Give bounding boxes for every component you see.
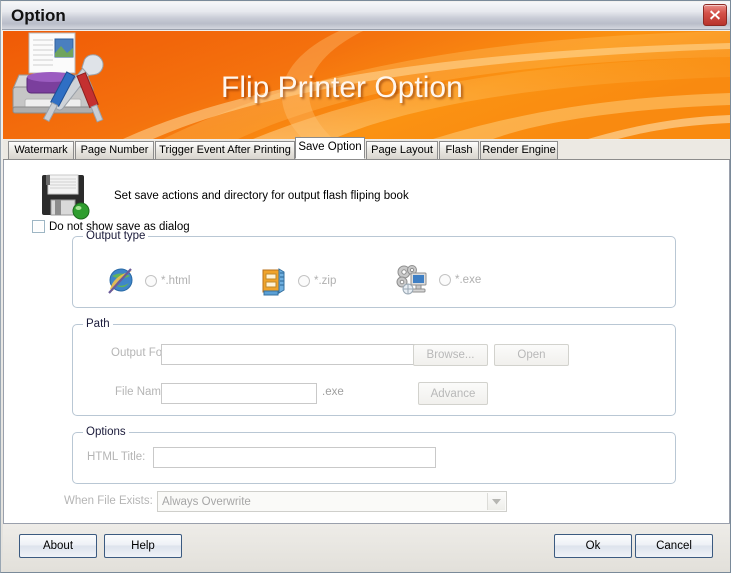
- html-title-input[interactable]: [153, 447, 436, 468]
- banner-title: Flip Printer Option: [221, 71, 463, 104]
- output-type-label-zip: *.zip: [314, 275, 337, 287]
- options-group: Options HTML Title:: [72, 426, 676, 484]
- path-group-title: Path: [83, 318, 113, 330]
- output-type-radio-zip[interactable]: [298, 275, 310, 287]
- cancel-button[interactable]: Cancel: [635, 534, 713, 558]
- floppy-disk-save-icon: [42, 174, 90, 220]
- when-file-exists-label: When File Exists:: [64, 495, 153, 507]
- output-type-label-html: *.html: [161, 275, 191, 287]
- when-file-exists-value: Always Overwrite: [162, 495, 251, 508]
- app-banner: Flip Printer Option: [3, 31, 730, 139]
- globe-html-icon: [105, 265, 137, 297]
- tab-label: Page Number: [80, 144, 149, 156]
- html-title-label: HTML Title:: [87, 451, 146, 463]
- open-button[interactable]: Open: [494, 344, 569, 366]
- tab-label: Page Layout: [371, 144, 433, 156]
- output-type-group-title: Output type: [83, 230, 149, 242]
- tab-label: Trigger Event After Printing: [159, 144, 291, 156]
- gears-monitor-exe-icon: [395, 263, 431, 297]
- title-bar: Option: [2, 2, 730, 30]
- output-type-option-exe[interactable]: *.exe: [395, 263, 481, 297]
- tab-page-number[interactable]: Page Number: [75, 141, 154, 159]
- about-button[interactable]: About: [19, 534, 97, 558]
- dialog-footer: About Help Ok Cancel: [3, 523, 730, 572]
- output-type-label-exe: *.exe: [455, 274, 482, 286]
- tab-label: Flash: [445, 144, 473, 156]
- option-dialog-window: Option Flip Printer Option Watermark Pag…: [0, 0, 731, 573]
- save-option-panel: Set save actions and directory for outpu…: [3, 160, 730, 523]
- zip-archive-icon: [258, 265, 290, 297]
- ok-button[interactable]: Ok: [554, 534, 632, 558]
- output-type-radio-exe[interactable]: [439, 274, 451, 286]
- help-button[interactable]: Help: [104, 534, 182, 558]
- tab-label: Save Option: [298, 141, 362, 154]
- panel-description: Set save actions and directory for outpu…: [114, 190, 409, 202]
- output-type-radio-html[interactable]: [145, 275, 157, 287]
- tab-watermark[interactable]: Watermark: [8, 141, 74, 159]
- output-folder-input[interactable]: [161, 344, 425, 365]
- close-icon[interactable]: [703, 4, 727, 26]
- do-not-show-save-dialog-checkbox[interactable]: [32, 220, 45, 233]
- tab-save-option[interactable]: Save Option: [295, 137, 365, 159]
- tab-bar: Watermark Page Number Trigger Event Afte…: [3, 137, 730, 160]
- browse-button[interactable]: Browse...: [413, 344, 488, 366]
- path-group: Path Output Folder: Browse... Open File …: [72, 318, 676, 416]
- options-group-title: Options: [83, 426, 129, 438]
- output-type-option-html[interactable]: *.html: [105, 265, 190, 297]
- tab-label: Watermark: [14, 144, 68, 156]
- tab-trigger-event-after-printing[interactable]: Trigger Event After Printing: [155, 141, 295, 159]
- printer-tools-icon: [12, 32, 104, 123]
- tab-render-engine[interactable]: Render Engine: [480, 141, 558, 159]
- file-extension-label: .exe: [322, 386, 344, 398]
- advance-button[interactable]: Advance: [418, 382, 488, 405]
- output-type-group: Output type *.html *.zip *.exe: [72, 230, 676, 308]
- tab-page-layout[interactable]: Page Layout: [366, 141, 438, 159]
- when-file-exists-select[interactable]: Always Overwrite: [157, 491, 507, 512]
- file-name-input[interactable]: [161, 383, 317, 404]
- tab-label: Render Engine: [482, 144, 556, 156]
- chevron-down-icon[interactable]: [487, 493, 505, 510]
- window-title: Option: [11, 6, 66, 25]
- tab-flash[interactable]: Flash: [439, 141, 479, 159]
- output-type-option-zip[interactable]: *.zip: [258, 265, 336, 297]
